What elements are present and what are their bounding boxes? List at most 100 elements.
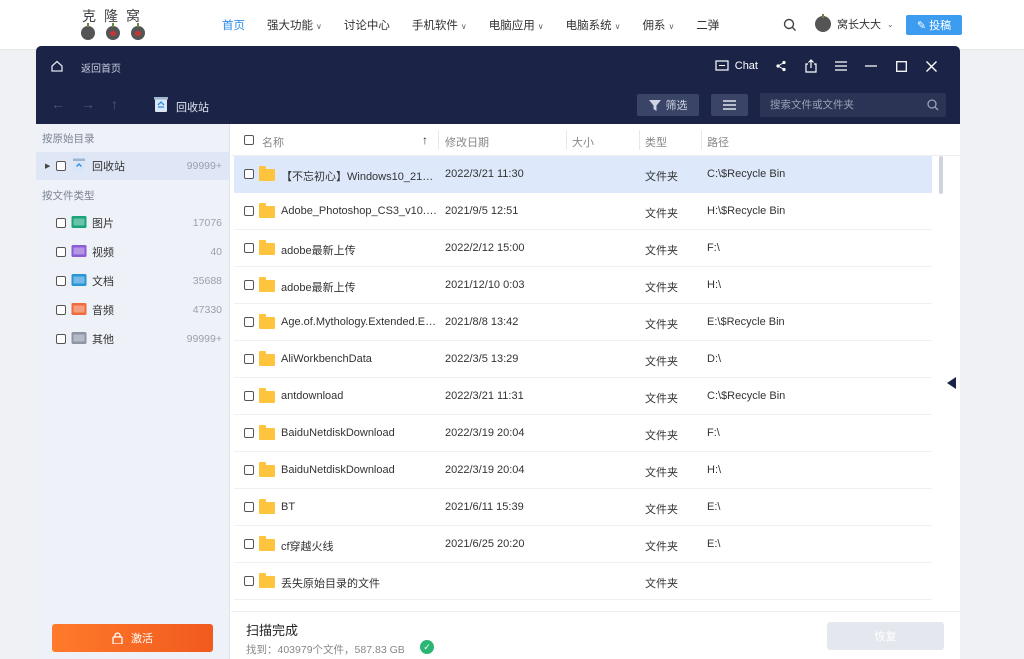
recycle-bin-icon: [154, 97, 168, 112]
collapse-panel-icon[interactable]: [947, 377, 956, 389]
nav-item[interactable]: 电脑应用 ∨: [489, 17, 544, 33]
folder-icon: [259, 462, 275, 477]
search-icon[interactable]: [783, 18, 797, 32]
category-label: 回收站: [92, 161, 125, 173]
table-row[interactable]: 【不忘初心】Windows10_21H2... 2022/3/21 11:30 文件…: [234, 156, 932, 193]
nav-item[interactable]: 佣系 ∨: [642, 17, 674, 33]
table-row[interactable]: BaiduNetdiskDownload 2022/3/19 20:04 文件夹 H:…: [234, 452, 932, 489]
category-checkbox[interactable]: [56, 161, 66, 171]
sidebar-item-type[interactable]: 图片 17076: [36, 209, 230, 237]
row-checkbox[interactable]: [244, 206, 254, 216]
filter-button[interactable]: 筛选: [637, 94, 699, 116]
row-checkbox[interactable]: [244, 391, 254, 401]
sidebar-item-type[interactable]: 音频 47330: [36, 296, 230, 324]
nav-item[interactable]: 讨论中心: [344, 17, 390, 33]
table-row[interactable]: BaiduNetdiskDownload 2022/3/19 20:04 文件夹 F:…: [234, 415, 932, 452]
site-logo[interactable]: 克隆窝: [78, 6, 148, 44]
row-checkbox[interactable]: [244, 465, 254, 475]
row-checkbox[interactable]: [244, 502, 254, 512]
file-path: E:\: [707, 538, 721, 550]
other-icon: [71, 332, 87, 344]
row-checkbox[interactable]: [244, 280, 254, 290]
back-arrow-icon[interactable]: ←: [51, 96, 65, 112]
select-all-checkbox[interactable]: [244, 135, 254, 145]
home-icon[interactable]: [50, 59, 64, 73]
table-header: 名称 ↑ 修改日期 大小 类型 路径: [231, 124, 960, 156]
file-name: BT: [281, 501, 296, 513]
forward-arrow-icon[interactable]: →: [81, 96, 95, 112]
row-checkbox[interactable]: [244, 169, 254, 179]
sidebar-item-recycle-bin[interactable]: ▶ 回收站 99999+: [36, 152, 230, 180]
export-button[interactable]: [796, 56, 826, 76]
table-row[interactable]: Age.of.Mythology.Extended.Edi... 2021/8/8…: [234, 304, 932, 341]
expand-arrow-icon[interactable]: ▶: [45, 162, 50, 170]
nav-item-label: 电脑应用: [488, 20, 535, 32]
back-home-link[interactable]: 返回首页: [81, 60, 121, 75]
folder-icon: [259, 240, 275, 255]
modified-date: 2022/3/19 20:04: [445, 427, 525, 439]
table-row[interactable]: cf穿越火线 2021/6/25 20:20 文件夹 E:\: [234, 526, 932, 563]
column-type[interactable]: 类型: [645, 134, 667, 150]
chevron-down-icon: ∨: [537, 22, 544, 31]
maximize-button[interactable]: [886, 56, 916, 76]
filter-label: 筛选: [665, 100, 688, 112]
column-path[interactable]: 路径: [707, 134, 729, 150]
table-row[interactable]: antdownload 2022/3/21 11:31 文件夹 C:\$Recycle…: [234, 378, 932, 415]
file-name: adobe最新上传: [281, 245, 356, 257]
row-checkbox[interactable]: [244, 539, 254, 549]
column-name[interactable]: 名称: [262, 134, 284, 150]
category-checkbox[interactable]: [56, 218, 66, 228]
nav-item[interactable]: 二弹: [696, 17, 719, 33]
post-button[interactable]: ✎ 投稿: [906, 15, 962, 35]
category-checkbox[interactable]: [56, 334, 66, 344]
sort-ascending-icon[interactable]: ↑: [422, 133, 428, 147]
sidebar-item-type[interactable]: 视频 40: [36, 238, 230, 266]
table-row[interactable]: BT 2021/6/11 15:39 文件夹 E:\: [234, 489, 932, 526]
nav-item[interactable]: 电脑系统 ∨: [566, 17, 621, 33]
nav-item[interactable]: 强大功能 ∨: [267, 17, 322, 33]
site-nav: 首页 强大功能 ∨ 讨论中心 手机软件 ∨ 电脑应用 ∨ 电脑系统 ∨ 佣系 ∨ 二弹: [222, 17, 741, 33]
row-checkbox[interactable]: [244, 428, 254, 438]
column-size[interactable]: 大小: [572, 134, 594, 150]
table-row[interactable]: Adobe_Photoshop_CS3_v10.0_... 2021/9/5 12…: [234, 193, 932, 230]
up-arrow-icon[interactable]: ↑: [111, 96, 118, 112]
chat-icon: [715, 60, 729, 71]
modified-date: 2021/12/10 0:03: [445, 279, 525, 291]
minimize-button[interactable]: [856, 56, 886, 76]
column-divider: [701, 130, 702, 150]
table-row[interactable]: AliWorkbenchData 2022/3/5 13:29 文件夹 D:\: [234, 341, 932, 378]
row-checkbox[interactable]: [244, 576, 254, 586]
category-count: 35688: [192, 275, 222, 287]
view-mode-button[interactable]: [711, 94, 748, 116]
activate-button[interactable]: 激活: [52, 624, 213, 652]
scrollbar-thumb[interactable]: [939, 156, 943, 194]
user-menu[interactable]: 窝长大大 ⌄: [815, 14, 894, 32]
table-row[interactable]: adobe最新上传 2022/2/12 15:00 文件夹 F:\: [234, 230, 932, 267]
file-name: BaiduNetdiskDownload: [281, 427, 395, 439]
nav-item[interactable]: 首页: [222, 17, 245, 33]
row-checkbox[interactable]: [244, 354, 254, 364]
row-checkbox[interactable]: [244, 317, 254, 327]
table-row[interactable]: adobe最新上传 2021/12/10 0:03 文件夹 H:\: [234, 267, 932, 304]
close-button[interactable]: [916, 56, 946, 76]
table-row[interactable]: 丢失原始目录的文件 文件夹: [234, 563, 932, 600]
restore-button[interactable]: 恢复: [827, 622, 944, 650]
folder-icon: [259, 351, 275, 366]
file-type: 文件夹: [645, 208, 678, 220]
search-icon[interactable]: [927, 99, 939, 111]
sidebar-item-type[interactable]: 其他 99999+: [36, 325, 230, 353]
category-checkbox[interactable]: [56, 247, 66, 257]
column-date[interactable]: 修改日期: [445, 134, 489, 150]
share-button[interactable]: [766, 56, 796, 76]
category-checkbox[interactable]: [56, 276, 66, 286]
menu-button[interactable]: [826, 56, 856, 76]
nav-item[interactable]: 手机软件 ∨: [412, 17, 467, 33]
category-checkbox[interactable]: [56, 305, 66, 315]
chat-button[interactable]: Chat: [715, 60, 758, 72]
category-count: 40: [210, 246, 222, 258]
search-input[interactable]: 搜索文件或文件夹: [760, 93, 946, 117]
row-checkbox[interactable]: [244, 243, 254, 253]
sidebar-item-type[interactable]: 文档 35688: [36, 267, 230, 295]
mascot-icon: [81, 23, 95, 40]
file-path: H:\: [707, 464, 722, 476]
